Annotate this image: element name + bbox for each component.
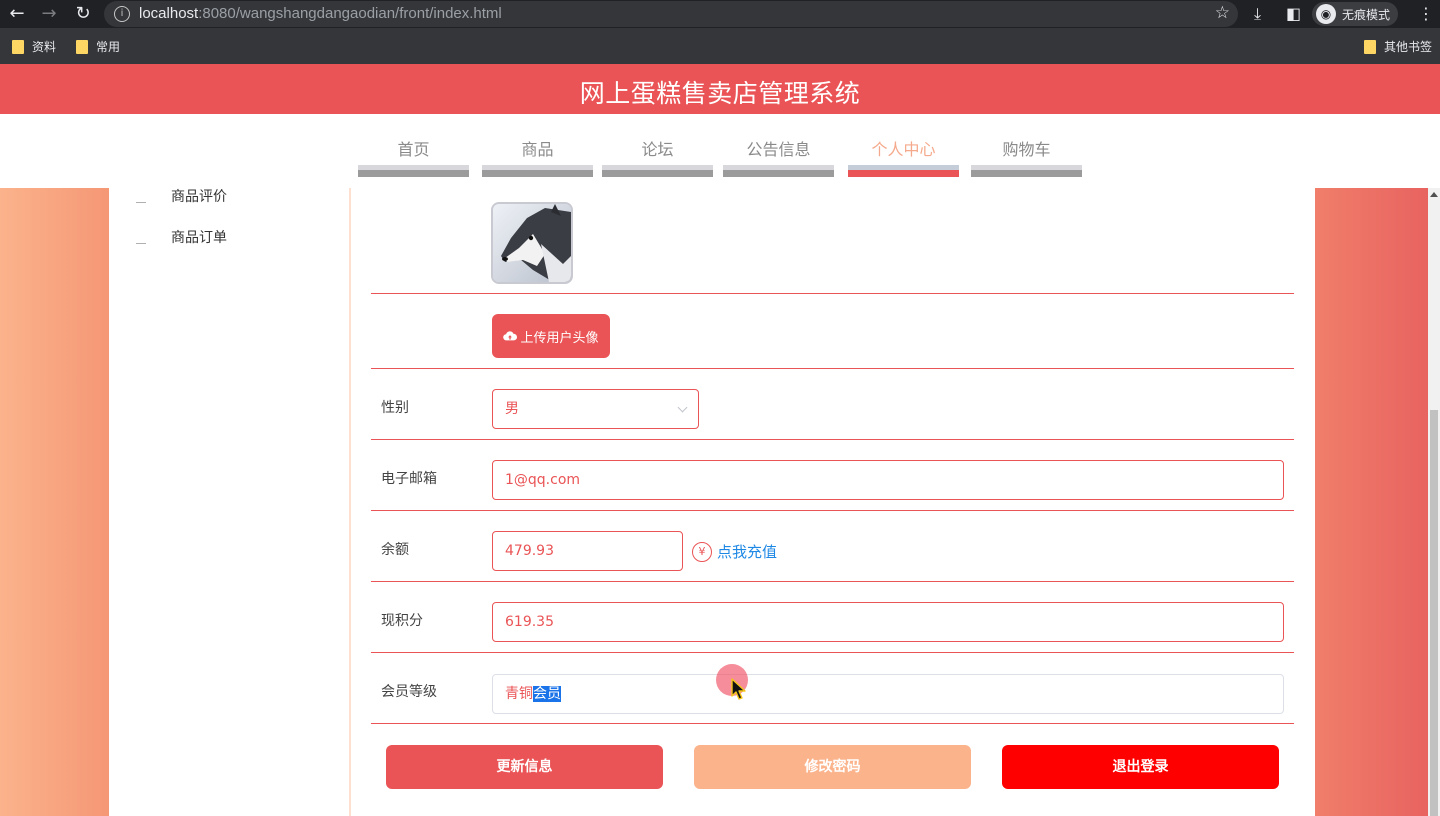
husky-avatar-image xyxy=(493,204,571,282)
browser-menu-icon[interactable]: ⋮ xyxy=(1418,3,1434,25)
main-nav: 首页 商品 论坛 公告信息 个人中心 购物车 xyxy=(0,114,1440,188)
scrollbar-thumb[interactable] xyxy=(1430,410,1438,816)
scroll-up-icon[interactable] xyxy=(1430,192,1438,197)
balance-field[interactable]: 479.93 xyxy=(492,531,683,571)
update-info-button[interactable]: 更新信息 xyxy=(386,745,663,789)
member-level-label: 会员等级 xyxy=(381,684,437,700)
bookmark-folder-1[interactable]: 资料 xyxy=(12,38,56,55)
row-separator xyxy=(371,293,1294,294)
right-decor-panel xyxy=(1315,188,1428,816)
folder-icon xyxy=(1364,39,1376,54)
profile-side-menu: 商品评价 商品订单 xyxy=(109,188,350,816)
email-field[interactable]: 1@qq.com xyxy=(492,460,1284,500)
forward-arrow-icon[interactable]: → xyxy=(38,3,60,25)
points-field[interactable]: 619.35 xyxy=(492,602,1284,642)
bookmark-star-icon[interactable]: ☆ xyxy=(1215,3,1230,23)
address-bar[interactable]: i localhost:8080/wangshangdangaodian/fro… xyxy=(104,1,1238,27)
bookmarks-bar xyxy=(0,28,1440,64)
incognito-icon: ◉ xyxy=(1316,4,1336,24)
row-separator xyxy=(371,652,1294,653)
row-separator xyxy=(371,510,1294,511)
nav-notices[interactable]: 公告信息 xyxy=(723,114,834,178)
points-label: 现积分 xyxy=(381,613,423,629)
incognito-label: 无痕模式 xyxy=(1342,7,1391,22)
upload-avatar-button[interactable]: 上传用户头像 xyxy=(492,314,610,358)
row-separator xyxy=(371,439,1294,440)
nav-profile[interactable]: 个人中心 xyxy=(848,114,959,178)
gender-label: 性别 xyxy=(381,400,409,416)
nav-cart[interactable]: 购物车 xyxy=(971,114,1082,178)
cloud-upload-icon xyxy=(503,331,518,341)
change-password-button[interactable]: 修改密码 xyxy=(694,745,971,789)
menu-item-orders[interactable]: 商品订单 xyxy=(109,229,350,259)
browser-toolbar: ← → ↻ i localhost:8080/wangshangdangaodi… xyxy=(0,0,1440,28)
site-title: 网上蛋糕售卖店管理系统 xyxy=(579,79,861,108)
site-info-icon[interactable]: i xyxy=(114,6,130,22)
chevron-down-icon xyxy=(677,402,688,413)
bookmark-folder-2[interactable]: 常用 xyxy=(76,38,120,55)
folder-icon xyxy=(12,39,24,54)
balance-label: 余额 xyxy=(381,542,409,558)
page-scrollbar[interactable] xyxy=(1428,188,1440,816)
row-separator xyxy=(371,368,1294,369)
row-separator xyxy=(371,723,1294,724)
email-label: 电子邮箱 xyxy=(381,471,437,487)
incognito-badge[interactable]: ◉ 无痕模式 xyxy=(1312,2,1399,26)
reload-icon[interactable]: ↻ xyxy=(72,3,94,25)
side-panel-icon[interactable]: ◧ xyxy=(1286,3,1301,25)
yen-icon: ¥ xyxy=(692,541,712,562)
folder-icon xyxy=(76,39,88,54)
recharge-label: 点我充值 xyxy=(717,543,778,561)
gender-select[interactable]: 男 xyxy=(492,389,699,429)
member-level-field[interactable]: 青铜会员 xyxy=(492,674,1284,714)
nav-forum[interactable]: 论坛 xyxy=(602,114,713,178)
nav-home[interactable]: 首页 xyxy=(358,114,469,178)
address-url[interactable]: localhost:8080/wangshangdangaodian/front… xyxy=(139,5,502,22)
user-avatar xyxy=(491,202,573,284)
logout-button[interactable]: 退出登录 xyxy=(1002,745,1279,789)
site-header: 网上蛋糕售卖店管理系统 xyxy=(0,64,1440,114)
recharge-link[interactable]: ¥ 点我充值 xyxy=(692,541,777,562)
selected-text: 会员 xyxy=(533,686,561,702)
left-decor-panel xyxy=(0,188,109,816)
other-bookmarks[interactable]: 其他书签 xyxy=(1364,38,1432,55)
mouse-pointer-icon xyxy=(731,678,746,700)
back-arrow-icon[interactable]: ← xyxy=(6,3,28,25)
nav-products[interactable]: 商品 xyxy=(482,114,593,178)
menu-item-reviews[interactable]: 商品评价 xyxy=(109,188,350,218)
download-icon[interactable]: ⤓ xyxy=(1254,3,1261,25)
row-separator xyxy=(371,581,1294,582)
